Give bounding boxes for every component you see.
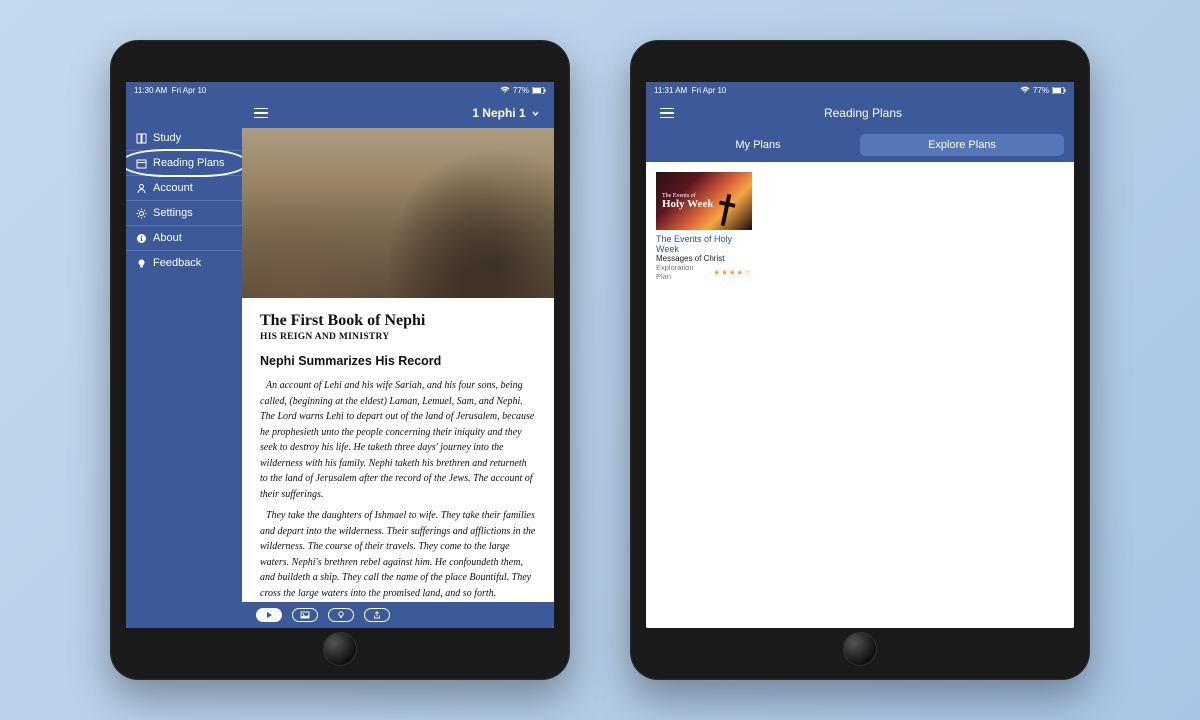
status-time: 11:30 AM <box>134 86 167 95</box>
screen-right: 11:31 AM Fri Apr 10 77% Reading Plans M <box>646 82 1074 628</box>
summary-paragraph: An account of Lehi and his wife Sariah, … <box>260 378 536 502</box>
status-left: 11:30 AM Fri Apr 10 <box>134 86 206 95</box>
book-subtitle: HIS REIGN AND MINISTRY <box>260 332 536 342</box>
sidebar-menu: Study Reading Plans Account Settings i <box>126 98 242 628</box>
status-right: 77% <box>500 86 546 95</box>
content-header: 1 Nephi 1 <box>242 98 554 128</box>
gear-icon <box>136 208 147 219</box>
sidebar-item-reading-plans[interactable]: Reading Plans <box>126 151 242 176</box>
book-title: The First Book of Nephi <box>260 312 536 330</box>
sidebar-item-settings[interactable]: Settings <box>126 201 242 226</box>
svg-text:i: i <box>141 235 143 243</box>
hero-image <box>242 128 554 298</box>
info-icon: i <box>136 233 147 244</box>
status-date: Fri Apr 10 <box>172 86 207 95</box>
sidebar-item-feedback[interactable]: Feedback <box>126 251 242 275</box>
sidebar-label: Reading Plans <box>153 157 225 169</box>
summary-paragraph: They take the daughters of Ishmael to wi… <box>260 508 536 601</box>
status-bar: 11:31 AM Fri Apr 10 77% <box>646 82 1074 98</box>
plan-title: The Events of Holy Week <box>656 234 752 254</box>
tablet-left: 11:30 AM Fri Apr 10 77% Study <box>110 40 570 680</box>
thumb-title: Holy Week <box>662 199 752 210</box>
status-right: 77% <box>1020 86 1066 95</box>
status-time: 11:31 AM <box>654 86 687 95</box>
tab-my-plans[interactable]: My Plans <box>656 134 860 156</box>
tabs-row: My Plans Explore Plans <box>646 128 1074 162</box>
bulb-icon <box>136 258 147 269</box>
tablet-right: 11:31 AM Fri Apr 10 77% Reading Plans M <box>630 40 1090 680</box>
status-battery-pct: 77% <box>1033 86 1049 95</box>
section-heading: Nephi Summarizes His Record <box>260 354 536 368</box>
battery-icon <box>532 86 546 95</box>
plan-type: Exploration Plan <box>656 263 710 281</box>
content-panel: 1 Nephi 1 The First Book of Nephi HIS RE… <box>242 98 554 628</box>
document-body[interactable]: The First Book of Nephi HIS REIGN AND MI… <box>242 298 554 628</box>
image-button[interactable] <box>292 608 318 622</box>
plan-thumbnail: The Events of Holy Week <box>656 172 752 230</box>
book-icon <box>136 133 147 144</box>
plans-grid[interactable]: The Events of Holy Week The Events of Ho… <box>646 162 1074 628</box>
star-rating: ★★★★☆ <box>713 268 752 277</box>
status-battery-pct: 77% <box>513 86 529 95</box>
plan-card[interactable]: The Events of Holy Week The Events of Ho… <box>656 172 752 281</box>
calendar-icon <box>136 158 147 169</box>
sidebar-label: Feedback <box>153 257 201 269</box>
wifi-icon <box>500 86 510 95</box>
wifi-icon <box>1020 86 1030 95</box>
status-left: 11:31 AM Fri Apr 10 <box>654 86 726 95</box>
sidebar-item-study[interactable]: Study <box>126 126 242 151</box>
hamburger-icon[interactable] <box>246 108 276 119</box>
sidebar-item-account[interactable]: Account <box>126 176 242 201</box>
hamburger-icon[interactable] <box>652 108 682 119</box>
sidebar-label: Study <box>153 132 181 144</box>
chevron-down-icon <box>529 106 540 120</box>
sidebar-label: About <box>153 232 182 244</box>
sidebar-item-about[interactable]: i About <box>126 226 242 251</box>
app-header: Reading Plans <box>646 98 1074 128</box>
screen-left: 11:30 AM Fri Apr 10 77% Study <box>126 82 554 628</box>
status-bar: 11:30 AM Fri Apr 10 77% <box>126 82 554 98</box>
insight-button[interactable] <box>328 608 354 622</box>
plan-meta: Exploration Plan ★★★★☆ <box>656 263 752 281</box>
plan-author: Messages of Christ <box>656 254 752 263</box>
page-title: Reading Plans <box>682 106 1044 120</box>
play-button[interactable] <box>256 608 282 622</box>
sidebar-label: Settings <box>153 207 193 219</box>
sidebar-label: Account <box>153 182 193 194</box>
chapter-title: 1 Nephi 1 <box>472 106 525 120</box>
bottom-toolbar <box>242 602 554 628</box>
chapter-selector[interactable]: 1 Nephi 1 <box>276 106 554 120</box>
tab-explore-plans[interactable]: Explore Plans <box>860 134 1064 156</box>
battery-icon <box>1052 86 1066 95</box>
share-button[interactable] <box>364 608 390 622</box>
user-icon <box>136 183 147 194</box>
status-date: Fri Apr 10 <box>692 86 727 95</box>
